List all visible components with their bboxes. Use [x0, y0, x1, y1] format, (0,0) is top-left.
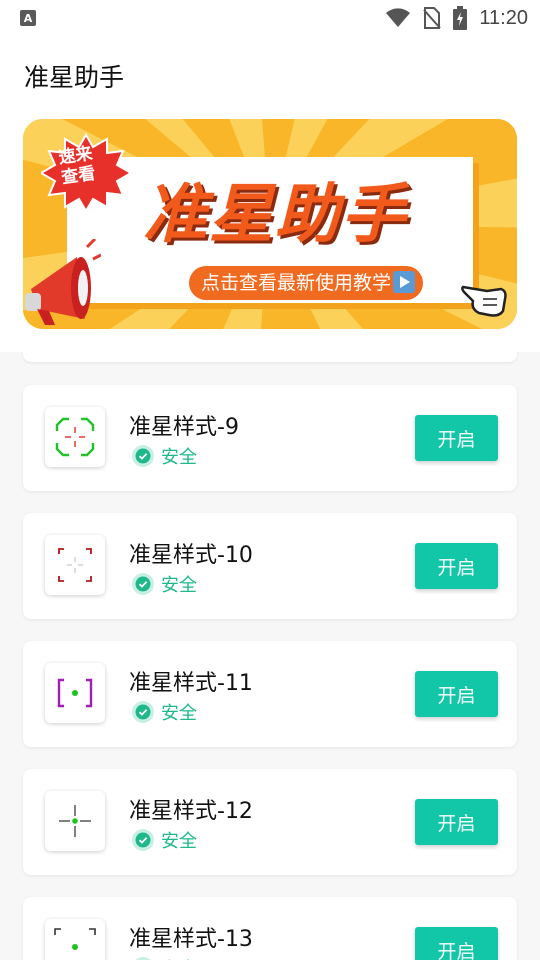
- megaphone-icon: [25, 239, 101, 325]
- list-item: 准星样式-12 安全 开启: [23, 769, 517, 875]
- safety-status: 安全: [131, 699, 197, 725]
- app-screen: A 11:20 准星助手 速来 查看 准星助手 点击查看最新使用教学 准星样式-…: [0, 0, 540, 960]
- app-notification-icon: A: [20, 10, 36, 26]
- list-item-partial: [23, 352, 517, 362]
- enable-button[interactable]: 开启: [415, 415, 498, 461]
- wifi-icon: [386, 8, 411, 27]
- page-title: 准星助手: [24, 63, 125, 92]
- burst-text: 速来 查看: [45, 142, 110, 190]
- crosshair-red-corners-icon[interactable]: [45, 535, 105, 595]
- crosshair-name: 准星样式-12: [129, 799, 253, 824]
- pointing-hand-icon: [461, 285, 507, 317]
- tutorial-banner[interactable]: 速来 查看 准星助手 点击查看最新使用教学: [23, 119, 517, 329]
- safe-shield-icon: [135, 957, 151, 960]
- safe-label: 安全: [161, 703, 197, 724]
- crosshair-name: 准星样式-9: [129, 415, 239, 440]
- safety-status: 安全: [131, 955, 197, 960]
- status-bar: A 11:20: [0, 0, 540, 36]
- safe-label: 安全: [161, 955, 197, 960]
- enable-button[interactable]: 开启: [415, 927, 498, 960]
- safe-shield-icon: [132, 829, 154, 851]
- safe-label: 安全: [161, 447, 197, 468]
- crosshair-name: 准星样式-13: [129, 927, 253, 952]
- safe-shield-icon: [132, 445, 154, 467]
- crosshair-purple-brackets-green-dot-icon[interactable]: [45, 663, 105, 723]
- enable-button[interactable]: 开启: [415, 543, 498, 589]
- safety-status: 安全: [131, 443, 197, 469]
- header: 准星助手 速来 查看 准星助手 点击查看最新使用教学: [0, 36, 540, 352]
- no-sim-icon: [423, 7, 442, 29]
- crosshair-black-corners-green-dot-icon[interactable]: [45, 919, 105, 960]
- safety-status: 安全: [131, 571, 197, 597]
- safe-shield-icon: [132, 701, 154, 723]
- play-icon: [393, 271, 416, 293]
- crosshair-green-brackets-red-center-icon[interactable]: [45, 407, 105, 467]
- status-icons: 11:20: [385, 6, 528, 30]
- safety-status: 安全: [131, 827, 197, 853]
- list-item: 准星样式-9 安全 开启: [23, 385, 517, 491]
- safe-shield-icon: [132, 573, 154, 595]
- tutorial-link[interactable]: 点击查看最新使用教学: [189, 266, 424, 300]
- battery-charging-icon: [453, 6, 468, 30]
- enable-button[interactable]: 开启: [415, 671, 498, 717]
- safe-label: 安全: [161, 575, 197, 596]
- crosshair-list[interactable]: 准星样式-9 安全 开启 准星样式-10 安全 开启 准星样式-11 安全 开启…: [0, 352, 540, 960]
- list-item: 准星样式-11 安全 开启: [23, 641, 517, 747]
- safe-label: 安全: [161, 831, 197, 852]
- crosshair-name: 准星样式-10: [129, 543, 253, 568]
- enable-button[interactable]: 开启: [415, 799, 498, 845]
- list-item: 准星样式-13 安全 开启: [23, 897, 517, 960]
- tutorial-link-label: 点击查看最新使用教学: [201, 272, 392, 294]
- clock: 11:20: [479, 6, 528, 29]
- crosshair-gray-cross-green-dot-icon[interactable]: [45, 791, 105, 851]
- list-item: 准星样式-10 安全 开启: [23, 513, 517, 619]
- banner-title: 准星助手: [143, 178, 407, 252]
- crosshair-name: 准星样式-11: [129, 671, 253, 696]
